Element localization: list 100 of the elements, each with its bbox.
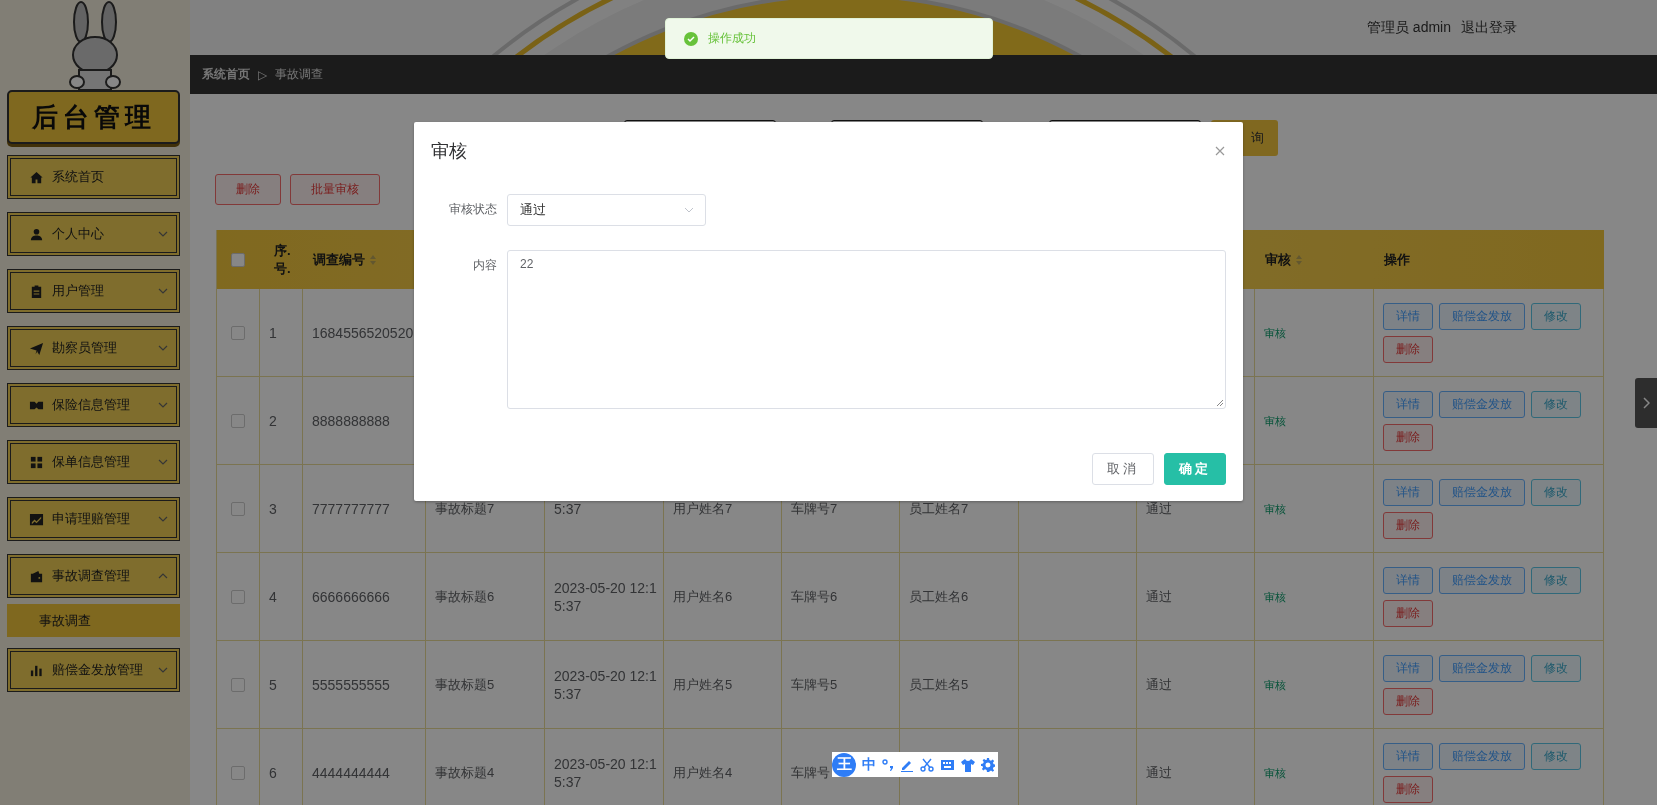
settings-icon[interactable] xyxy=(981,757,995,772)
breadcrumb-item[interactable]: 事故调查 xyxy=(275,66,323,83)
logout-link[interactable]: 退出登录 xyxy=(1461,18,1517,37)
breadcrumb-separator: ▷ xyxy=(258,67,267,82)
table-cell: 5 xyxy=(260,641,303,729)
table-cell: 车牌号6 xyxy=(782,553,900,641)
toolbar-button[interactable]: 批量审核 xyxy=(290,174,380,205)
menu-item[interactable]: 个人中心 xyxy=(7,212,180,256)
menu-item[interactable]: 赔偿金发放管理 xyxy=(7,648,180,692)
scissors-icon[interactable] xyxy=(920,757,934,772)
action-button[interactable]: 详情 xyxy=(1383,742,1433,770)
punctuation-icon[interactable] xyxy=(882,757,894,772)
action-button[interactable]: 详情 xyxy=(1383,302,1433,330)
column-header[interactable]: 调查编号 xyxy=(303,230,426,289)
ime-logo[interactable]: 王 xyxy=(832,752,856,777)
action-button[interactable]: 详情 xyxy=(1383,478,1433,506)
text-area[interactable]: 22 xyxy=(507,250,1226,409)
action-button[interactable]: 删除 xyxy=(1383,511,1433,539)
action-button[interactable]: 赔偿金发放 xyxy=(1439,302,1525,330)
action-button[interactable]: 赔偿金发放 xyxy=(1439,566,1525,594)
action-button[interactable]: 删除 xyxy=(1383,335,1433,363)
action-button[interactable]: 修改 xyxy=(1531,566,1581,594)
menu-item[interactable]: 保险信息管理 xyxy=(7,383,180,427)
user-label: 管理员 admin xyxy=(1366,18,1451,37)
keyboard-icon[interactable] xyxy=(940,758,955,771)
review-link[interactable]: 审核 xyxy=(1264,499,1286,518)
breadcrumb-item[interactable]: 系统首页 xyxy=(202,66,250,83)
review-link[interactable]: 审核 xyxy=(1264,323,1286,342)
select-field[interactable]: 通过 xyxy=(507,194,706,226)
review-link[interactable]: 审核 xyxy=(1264,587,1286,606)
submenu-item[interactable]: 事故调查 xyxy=(7,604,180,637)
table-cell: 2023-05-20 12:15:37 xyxy=(545,729,664,805)
clipboard-icon xyxy=(29,283,44,299)
action-button[interactable]: 修改 xyxy=(1531,654,1581,682)
table-cell: 6666666666 xyxy=(303,553,426,641)
action-button[interactable]: 赔偿金发放 xyxy=(1439,742,1525,770)
dialog-button[interactable]: 确定 xyxy=(1164,453,1226,485)
action-button[interactable]: 删除 xyxy=(1383,599,1433,627)
action-button[interactable]: 删除 xyxy=(1383,687,1433,715)
menu-item[interactable]: 事故调查管理 xyxy=(7,554,180,598)
action-button[interactable]: 详情 xyxy=(1383,654,1433,682)
menu-item[interactable]: 保单信息管理 xyxy=(7,440,180,484)
action-button[interactable]: 删除 xyxy=(1383,775,1433,803)
action-button[interactable]: 修改 xyxy=(1531,390,1581,418)
checkbox[interactable] xyxy=(231,765,245,780)
review-link[interactable]: 审核 xyxy=(1264,411,1286,430)
action-button[interactable]: 赔偿金发放 xyxy=(1439,478,1525,506)
action-button[interactable]: 详情 xyxy=(1383,390,1433,418)
person-icon xyxy=(29,226,44,242)
table-cell: 事故标题6 xyxy=(426,553,545,641)
ime-mode-toggle[interactable]: 中 xyxy=(862,755,876,774)
close-icon[interactable] xyxy=(1214,145,1226,157)
action-button[interactable]: 修改 xyxy=(1531,742,1581,770)
action-button[interactable]: 详情 xyxy=(1383,566,1433,594)
table-cell: 4 xyxy=(260,553,303,641)
table-cell: 2023-05-20 12:15:37 xyxy=(545,641,664,729)
menu-item[interactable]: 系统首页 xyxy=(7,155,180,199)
resize-grip-icon xyxy=(1216,399,1224,407)
table-cell: 员工姓名5 xyxy=(900,641,1019,729)
checkbox[interactable] xyxy=(231,501,245,516)
column-header[interactable]: 审核 xyxy=(1255,230,1374,289)
action-button[interactable]: 赔偿金发放 xyxy=(1439,654,1525,682)
dialog-button[interactable]: 取消 xyxy=(1092,453,1154,485)
table-cell: 3 xyxy=(260,465,303,553)
table-cell: 员工姓名6 xyxy=(900,553,1019,641)
menu-item[interactable]: 申请理赔管理 xyxy=(7,497,180,541)
action-button[interactable]: 删除 xyxy=(1383,423,1433,451)
paper-plane-icon xyxy=(29,340,44,356)
action-button[interactable]: 赔偿金发放 xyxy=(1439,390,1525,418)
checkbox[interactable] xyxy=(231,413,245,428)
table-cell: 事故标题5 xyxy=(426,641,545,729)
dialog-title: 审核 xyxy=(431,140,467,163)
table-cell: 6 xyxy=(260,729,303,805)
sort-icon xyxy=(1295,253,1303,266)
column-header[interactable]: 序.号. xyxy=(260,230,303,289)
toolbar-button[interactable]: 删除 xyxy=(215,174,281,205)
chevron-right-icon xyxy=(1642,397,1650,409)
shirt-icon[interactable] xyxy=(961,757,975,772)
action-button[interactable]: 修改 xyxy=(1531,478,1581,506)
checkbox[interactable] xyxy=(231,325,245,340)
table-cell: 通过 xyxy=(1137,729,1255,805)
sidebar-title: 后台管理 xyxy=(7,90,180,144)
field-label: 审核状态 xyxy=(448,201,497,218)
line-chart-icon xyxy=(29,511,44,527)
table-cell: 1 xyxy=(260,289,303,377)
review-link[interactable]: 审核 xyxy=(1264,763,1286,782)
checkbox[interactable] xyxy=(231,589,245,604)
panel-toggle-button[interactable] xyxy=(1635,378,1657,428)
sort-icon xyxy=(369,253,377,266)
column-header[interactable]: 操作 xyxy=(1374,230,1604,289)
action-button[interactable]: 修改 xyxy=(1531,302,1581,330)
checkbox[interactable] xyxy=(231,252,245,267)
menu-item[interactable]: 用户管理 xyxy=(7,269,180,313)
table-cell: 通过 xyxy=(1137,641,1255,729)
success-icon xyxy=(684,31,698,46)
menu-item[interactable]: 勘察员管理 xyxy=(7,326,180,370)
table-cell: 用户姓名6 xyxy=(664,553,782,641)
table-cell: 4444444444 xyxy=(303,729,426,805)
review-link[interactable]: 审核 xyxy=(1264,675,1286,694)
checkbox[interactable] xyxy=(231,677,245,692)
